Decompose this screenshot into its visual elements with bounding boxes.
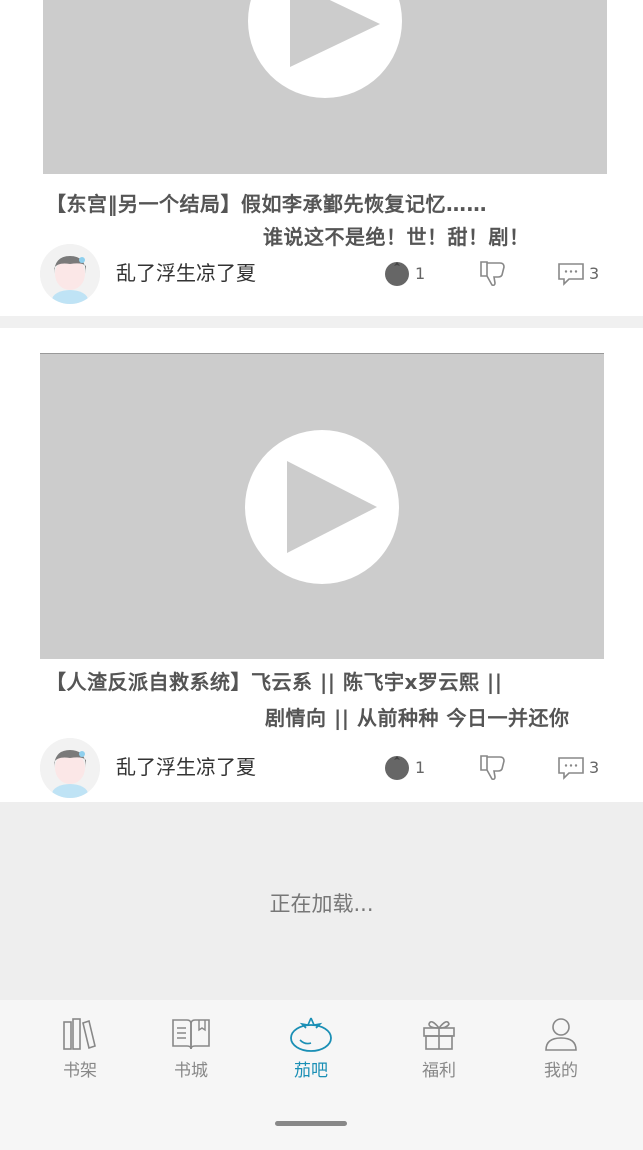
video-thumbnail[interactable]: [43, 0, 607, 174]
tab-label: 书架: [63, 1061, 97, 1081]
home-indicator[interactable]: [275, 1121, 347, 1126]
tab-label: 福利: [422, 1061, 456, 1081]
bottom-tab-bar: 书架 书城 茄吧 福利 我的: [0, 1000, 643, 1150]
tomato-count: 1: [415, 757, 426, 777]
tomato-count: 1: [415, 263, 426, 283]
tab-bookshelf[interactable]: 书架: [40, 1014, 120, 1081]
tab-label: 书城: [174, 1061, 208, 1081]
loading-text: 正在加载...: [269, 892, 374, 916]
comment-stat[interactable]: 3: [557, 750, 599, 784]
video-thumbnail[interactable]: [40, 353, 604, 659]
avatar[interactable]: [40, 244, 100, 304]
page: 【东宫‖另一个结局】假如李承鄞先恢复记忆…… 谁说这不是绝！世！甜！剧！ 乱了浮…: [0, 0, 643, 1150]
post-card[interactable]: 【东宫‖另一个结局】假如李承鄞先恢复记忆…… 谁说这不是绝！世！甜！剧！ 乱了浮…: [0, 0, 643, 316]
divider: [0, 316, 643, 328]
thumbs-down-icon: [480, 755, 505, 781]
tab-tomato-bar[interactable]: 茄吧: [271, 1014, 351, 1081]
comment-icon: [558, 757, 584, 780]
tab-welfare[interactable]: 福利: [399, 1014, 479, 1081]
author-row: 乱了浮生凉了夏 1 3: [0, 242, 643, 306]
person-icon: [545, 1018, 577, 1051]
tomato-stat[interactable]: 1: [383, 750, 425, 784]
play-icon[interactable]: [248, 0, 402, 98]
comment-icon: [558, 263, 584, 286]
dislike-button[interactable]: [478, 750, 508, 784]
avatar[interactable]: [40, 738, 100, 798]
thumbs-down-icon: [480, 261, 505, 287]
open-book-icon: [172, 1019, 210, 1050]
tomato-icon: [290, 1017, 332, 1052]
dislike-button[interactable]: [478, 256, 508, 290]
post-title-line2[interactable]: 剧情向 || 从前种种 今日一并还你: [265, 704, 570, 732]
loading-area: 正在加载...: [0, 802, 643, 1000]
tomato-icon: [385, 756, 409, 780]
author-name[interactable]: 乱了浮生凉了夏: [116, 260, 256, 286]
post-title-line1[interactable]: 【东宫‖另一个结局】假如李承鄞先恢复记忆……: [46, 190, 487, 218]
gift-icon: [423, 1020, 455, 1050]
tab-bookstore[interactable]: 书城: [151, 1014, 231, 1081]
author-name[interactable]: 乱了浮生凉了夏: [116, 754, 256, 780]
play-icon[interactable]: [245, 430, 399, 584]
comment-stat[interactable]: 3: [557, 256, 599, 290]
author-row: 乱了浮生凉了夏 1 3: [0, 736, 643, 800]
tab-label: 茄吧: [294, 1061, 328, 1081]
post-card[interactable]: 【人渣反派自救系统】飞云系 || 陈飞宇x罗云熙 || 剧情向 || 从前种种 …: [0, 328, 643, 802]
bookshelf-icon: [63, 1018, 96, 1050]
tab-mine[interactable]: 我的: [521, 1014, 601, 1081]
tab-label: 我的: [544, 1061, 578, 1081]
tomato-icon: [385, 262, 409, 286]
comment-count: 3: [589, 757, 600, 777]
tomato-stat[interactable]: 1: [383, 256, 425, 290]
comment-count: 3: [589, 263, 600, 283]
post-title-line1[interactable]: 【人渣反派自救系统】飞云系 || 陈飞宇x罗云熙 ||: [46, 668, 503, 696]
